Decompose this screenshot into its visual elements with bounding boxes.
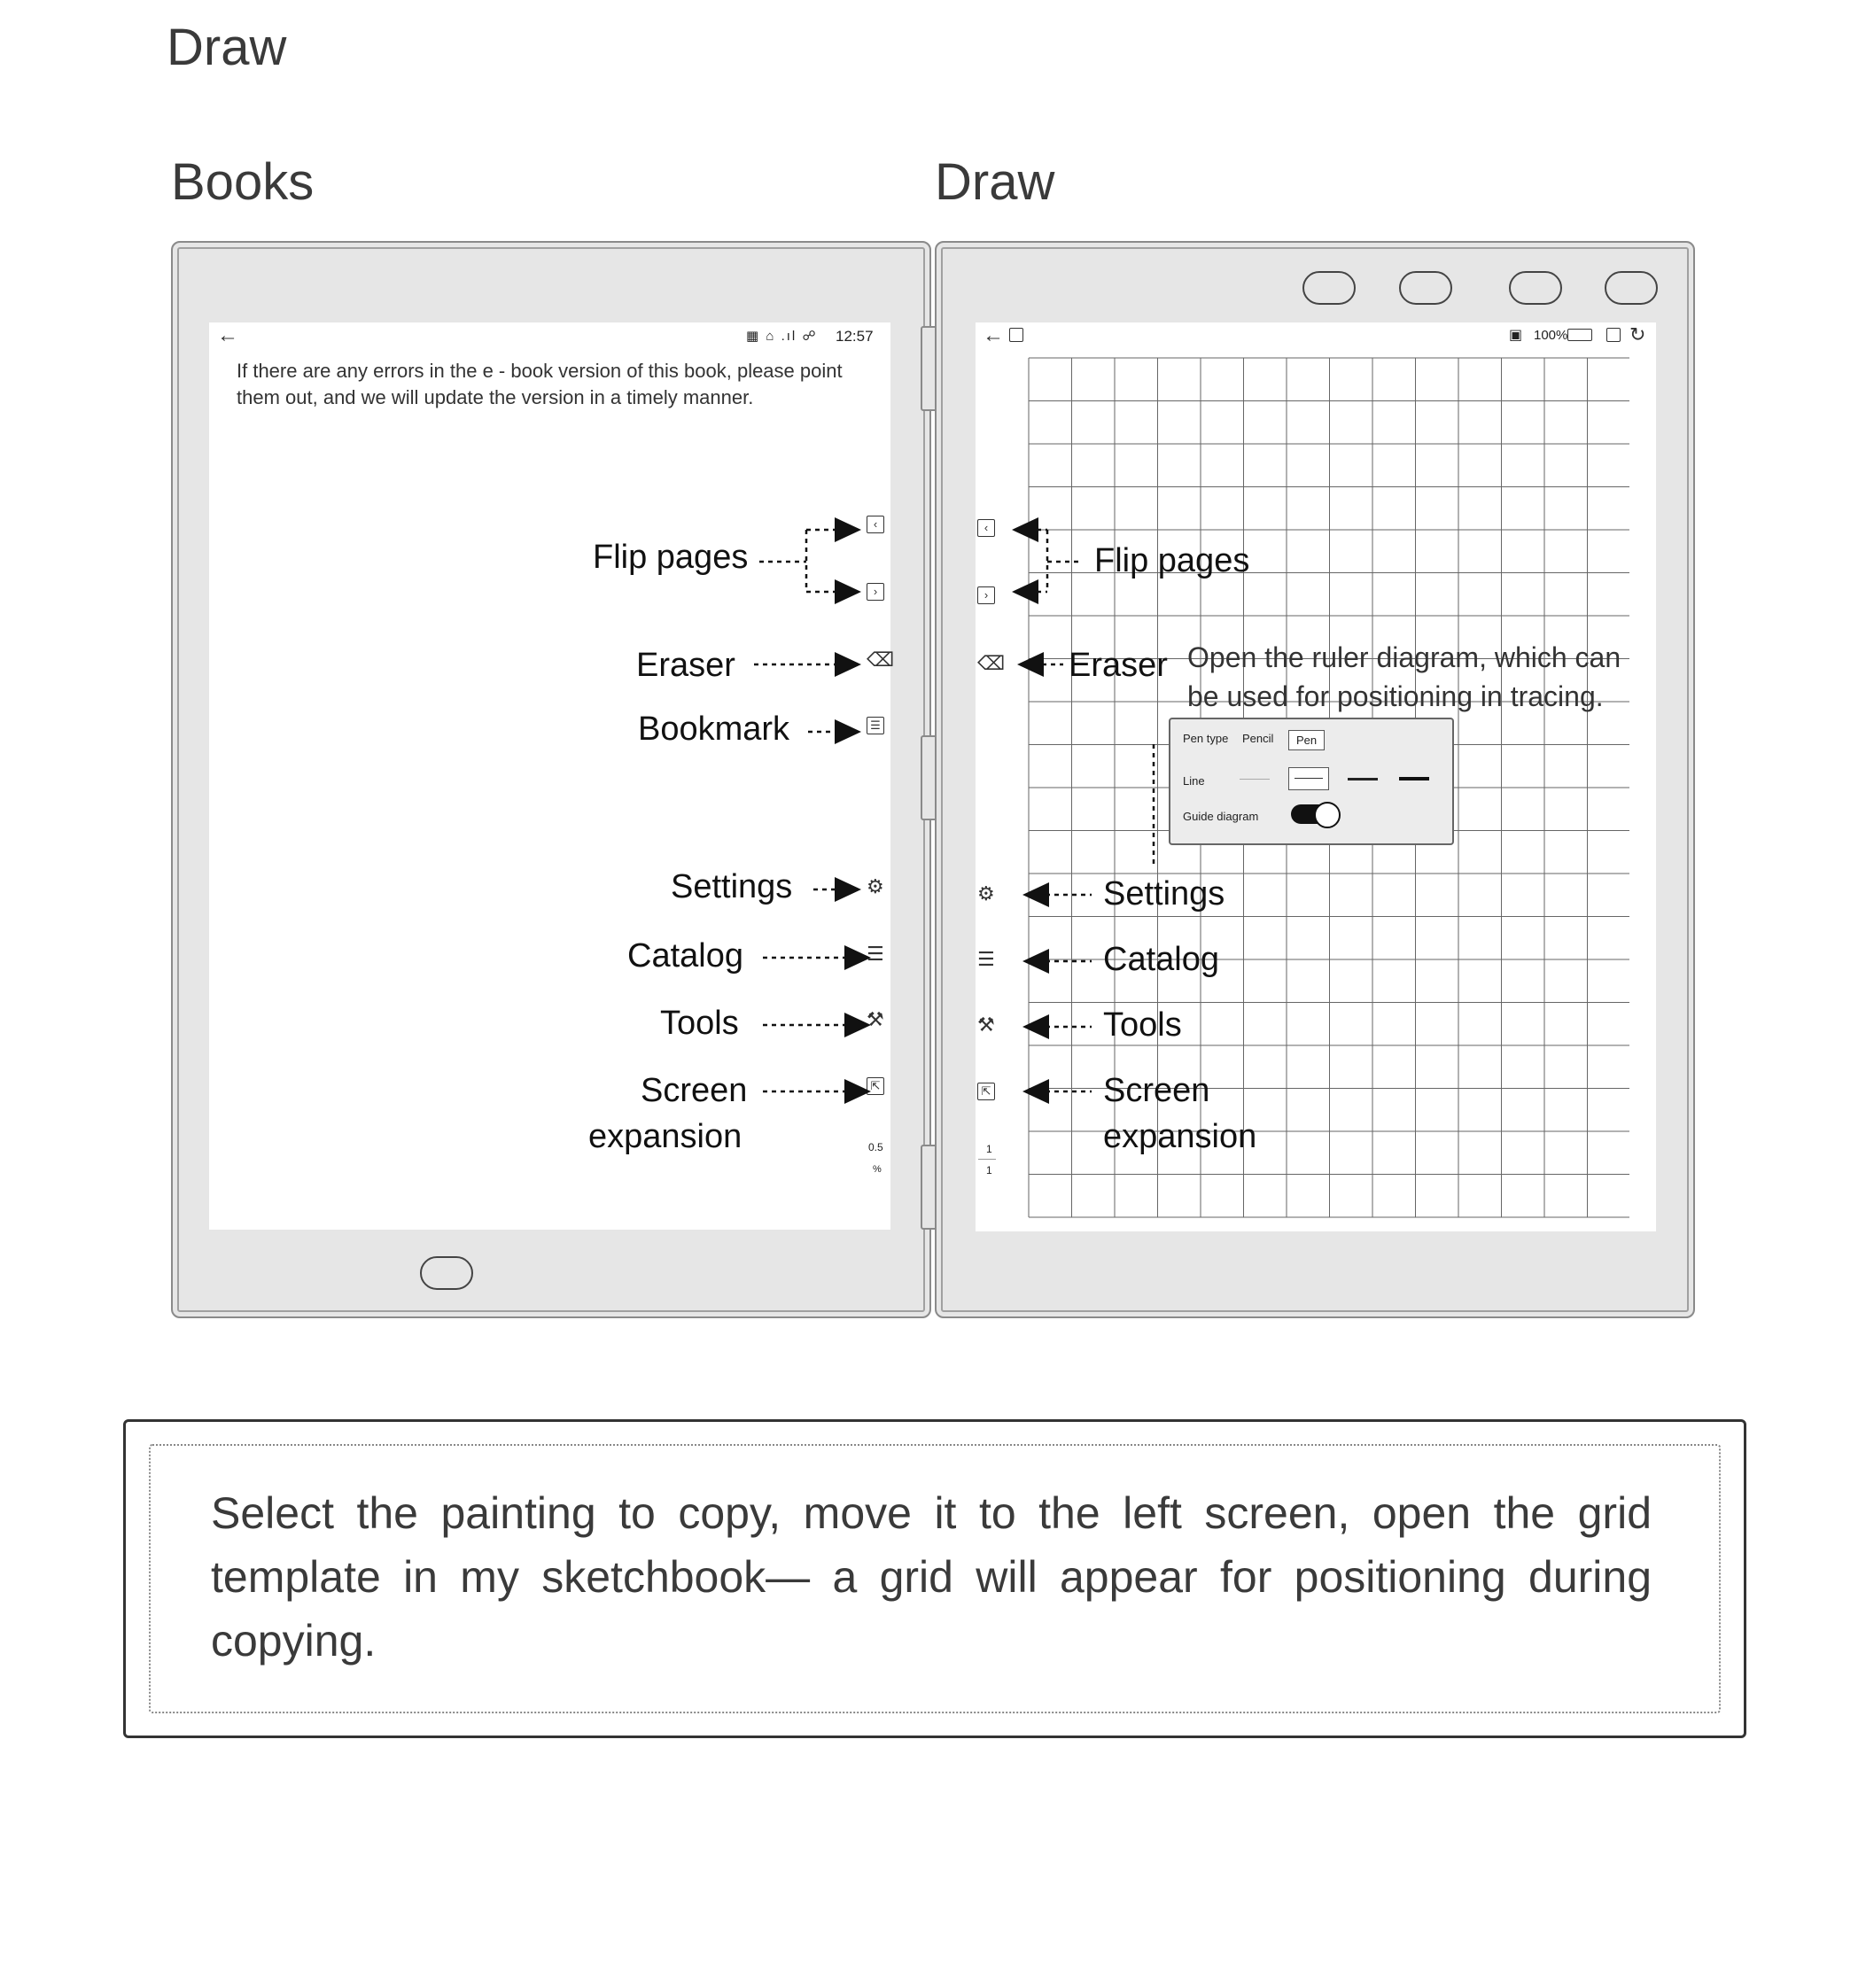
ruler-note: Open the ruler diagram, which can be use… xyxy=(1187,638,1621,716)
ruler-note-line1: Open the ruler diagram, which can xyxy=(1187,641,1621,673)
label-expansion-left: expansion xyxy=(588,1118,743,1155)
label-expansion-right: expansion xyxy=(1103,1118,1257,1155)
label-flip-pages-left: Flip pages xyxy=(593,539,749,576)
label-flip-pages-right: Flip pages xyxy=(1094,542,1250,579)
label-bookmark-left: Bookmark xyxy=(638,711,790,748)
label-tools-left: Tools xyxy=(660,1005,739,1042)
label-settings-right: Settings xyxy=(1103,875,1225,912)
label-eraser-left: Eraser xyxy=(636,647,735,684)
label-tools-right: Tools xyxy=(1103,1006,1182,1044)
label-catalog-right: Catalog xyxy=(1103,941,1219,978)
label-screen-right: Screen xyxy=(1103,1072,1210,1109)
ruler-note-line2: be used for positioning in tracing. xyxy=(1187,680,1604,712)
label-eraser-right: Eraser xyxy=(1069,647,1168,684)
caption-text: Select the painting to copy, move it to … xyxy=(211,1488,1652,1666)
label-catalog-left: Catalog xyxy=(627,937,743,975)
label-screen-left: Screen xyxy=(641,1072,748,1109)
label-settings-left: Settings xyxy=(671,868,793,905)
